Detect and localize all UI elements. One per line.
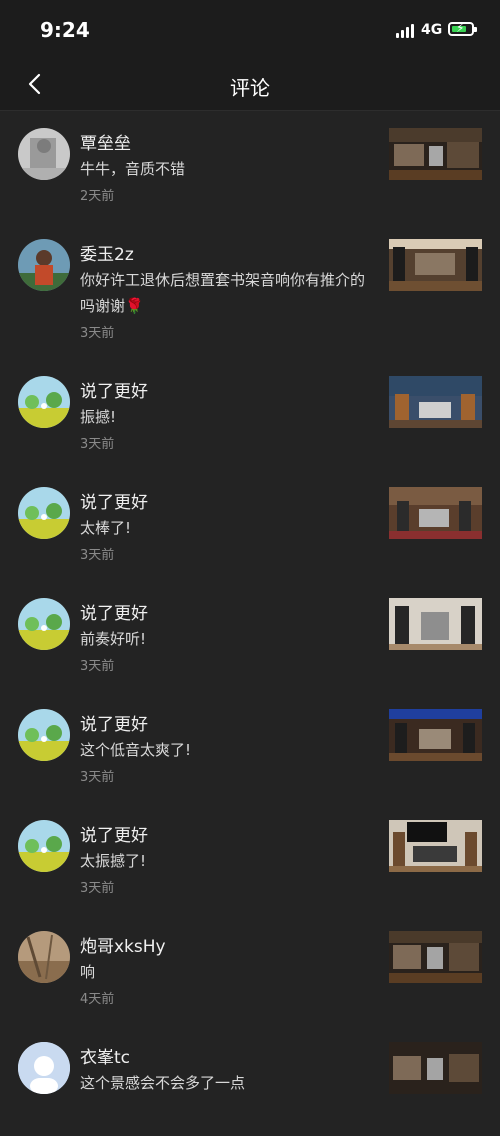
comment-item: 说了更好 太振撼了! 3天前	[0, 803, 500, 914]
comment-time: 4天前	[80, 992, 115, 1007]
comment-text: 响	[80, 963, 96, 981]
video-thumbnail[interactable]	[389, 239, 482, 291]
comment-username[interactable]: 说了更好	[80, 710, 148, 735]
comment-text: 振撼!	[80, 408, 117, 426]
comment-item: 说了更好 太棒了! 3天前	[0, 470, 500, 581]
status-bar: 9:24 4G ⚡	[0, 0, 500, 60]
comment-list[interactable]: 覃垒垒 牛牛，音质不错 2天前 委玉2z 你好许工退休后想置套书架音响你有推介的…	[0, 111, 500, 1136]
comment-time: 3天前	[80, 548, 115, 563]
avatar[interactable]	[18, 709, 70, 761]
comment-username[interactable]: 说了更好	[80, 377, 148, 402]
avatar[interactable]	[18, 820, 70, 872]
comment-username[interactable]: 覃垒垒	[80, 129, 131, 154]
comment-item: 说了更好 振撼! 3天前	[0, 359, 500, 470]
comment-text: 这个低音太爽了!	[80, 741, 192, 759]
video-thumbnail[interactable]	[389, 709, 482, 761]
network-label: 4G	[421, 22, 443, 38]
video-thumbnail[interactable]	[389, 931, 482, 983]
comment-time: 3天前	[80, 437, 115, 452]
comment-item: 覃垒垒 牛牛，音质不错 2天前	[0, 111, 500, 222]
avatar[interactable]	[18, 128, 70, 180]
status-time: 9:24	[40, 18, 90, 42]
video-thumbnail[interactable]	[389, 820, 482, 872]
avatar[interactable]	[18, 239, 70, 291]
comment-time: 3天前	[80, 770, 115, 785]
comment-text: 牛牛，音质不错	[80, 160, 186, 178]
comment-time: 2天前	[80, 189, 115, 204]
signal-icon	[396, 24, 414, 38]
comment-text: 前奏好听!	[80, 630, 147, 648]
comment-time: 3天前	[80, 881, 115, 896]
comment-username[interactable]: 说了更好	[80, 488, 148, 513]
avatar[interactable]	[18, 376, 70, 428]
comment-username[interactable]: 说了更好	[80, 821, 148, 846]
avatar[interactable]	[18, 598, 70, 650]
comment-text: 这个景感会不会多了一点	[80, 1074, 246, 1092]
comment-item: 说了更好 前奏好听! 3天前	[0, 581, 500, 692]
avatar[interactable]	[18, 931, 70, 983]
video-thumbnail[interactable]	[389, 1042, 482, 1094]
nav-bar: 评论	[0, 60, 500, 111]
video-thumbnail[interactable]	[389, 598, 482, 650]
comment-username[interactable]: 委玉2z	[80, 240, 134, 265]
comment-text: 太振撼了!	[80, 852, 147, 870]
comment-item: 炮哥xksHy 响 4天前	[0, 914, 500, 1025]
video-thumbnail[interactable]	[389, 487, 482, 539]
video-thumbnail[interactable]	[389, 376, 482, 428]
comment-item: 说了更好 这个低音太爽了! 3天前	[0, 692, 500, 803]
comment-username[interactable]: 说了更好	[80, 599, 148, 624]
comment-username[interactable]: 衣峯tc	[80, 1043, 130, 1068]
comment-item: 委玉2z 你好许工退休后想置套书架音响你有推介的吗谢谢🌹 3天前	[0, 222, 500, 359]
avatar[interactable]	[18, 1042, 70, 1094]
comment-time: 3天前	[80, 659, 115, 674]
comment-time: 3天前	[80, 326, 115, 341]
video-thumbnail[interactable]	[389, 128, 482, 180]
comment-text: 太棒了!	[80, 519, 132, 537]
page-title: 评论	[230, 76, 270, 100]
avatar[interactable]	[18, 487, 70, 539]
comment-text: 你好许工退休后想置套书架音响你有推介的吗谢谢🌹	[80, 271, 366, 315]
battery-icon: ⚡	[448, 21, 477, 36]
comment-username[interactable]: 炮哥xksHy	[80, 932, 166, 957]
comment-item: 衣峯tc 这个景感会不会多了一点	[0, 1025, 500, 1136]
